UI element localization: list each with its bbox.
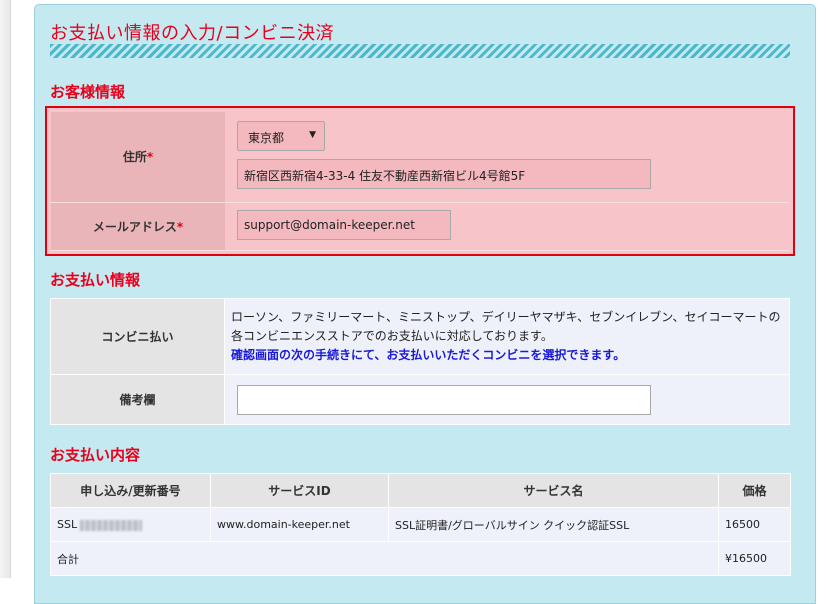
- order-table: 申し込み/更新番号 サービスID サービス名 価格 SSL www.domain…: [50, 473, 791, 576]
- column-header: サービス名: [388, 473, 719, 508]
- column-header: 価格: [718, 473, 791, 508]
- total-value: ¥16500: [718, 541, 791, 576]
- column-header: サービスID: [210, 473, 389, 508]
- address-input[interactable]: 新宿区西新宿4-33-4 住友不動産西新宿ビル4号館5F: [237, 159, 651, 190]
- remarks-cell: [224, 374, 790, 425]
- remarks-label: 備考欄: [50, 374, 225, 425]
- required-mark: *: [176, 219, 184, 234]
- total-label: 合計: [50, 541, 719, 576]
- payment-description: ローソン、ファミリーマート、ミニストップ、デイリーヤマザキ、セブンイレブン、セイ…: [231, 310, 781, 343]
- email-label: メールアドレス*: [51, 202, 225, 251]
- order-number-cell: SSL: [50, 507, 211, 542]
- payment-note: 確認画面の次の手続きにて、お支払いいただくコンビニを選択できます。: [231, 348, 626, 362]
- payment-info-heading: お支払い情報: [50, 271, 141, 289]
- convenience-payment-cell: ローソン、ファミリーマート、ミニストップ、デイリーヤマザキ、セブンイレブン、セイ…: [224, 298, 790, 375]
- email-cell: support@domain-keeper.net: [225, 202, 789, 251]
- prefecture-value: 東京都: [248, 131, 285, 146]
- service-name-cell: SSL証明書/グローバルサイン クイック認証SSL: [388, 507, 719, 542]
- page-title: お支払い情報の入力/コンビニ決済: [50, 23, 335, 44]
- remarks-input[interactable]: [237, 384, 651, 415]
- table-row: SSL www.domain-keeper.net SSL証明書/グローバルサイ…: [50, 507, 791, 542]
- redacted-number: [80, 519, 143, 531]
- chevron-down-icon: ▼: [309, 130, 316, 141]
- customer-info-table: 住所* 東京都 ▼ 新宿区西新宿4-33-4 住友不動産西新宿ビル4号館5F メ…: [51, 112, 789, 251]
- service-id-cell: www.domain-keeper.net: [210, 507, 389, 542]
- convenience-payment-label: コンビニ払い: [50, 298, 225, 375]
- left-scroll-rail: [0, 0, 11, 578]
- payment-form-panel: お支払い情報の入力/コンビニ決済 お客様情報 住所* 東京都 ▼ 新宿区西新宿4…: [34, 4, 816, 604]
- title-stripe-divider: [50, 44, 790, 58]
- customer-info-box: 住所* 東京都 ▼ 新宿区西新宿4-33-4 住友不動産西新宿ビル4号館5F メ…: [45, 106, 795, 256]
- price-cell: 16500: [718, 507, 791, 542]
- address-cell: 東京都 ▼ 新宿区西新宿4-33-4 住友不動産西新宿ビル4号館5F: [225, 112, 789, 203]
- address-label: 住所*: [51, 112, 225, 203]
- order-contents-heading: お支払い内容: [50, 446, 141, 464]
- customer-info-heading: お客様情報: [50, 83, 126, 101]
- total-row: 合計 ¥16500: [50, 541, 791, 576]
- column-header: 申し込み/更新番号: [50, 473, 211, 508]
- order-header-row: 申し込み/更新番号 サービスID サービス名 価格: [50, 473, 791, 508]
- prefecture-select[interactable]: 東京都 ▼: [237, 121, 325, 152]
- required-mark: *: [146, 150, 154, 165]
- email-input[interactable]: support@domain-keeper.net: [237, 209, 451, 240]
- payment-info-table: コンビニ払い ローソン、ファミリーマート、ミニストップ、デイリーヤマザキ、セブン…: [50, 298, 790, 425]
